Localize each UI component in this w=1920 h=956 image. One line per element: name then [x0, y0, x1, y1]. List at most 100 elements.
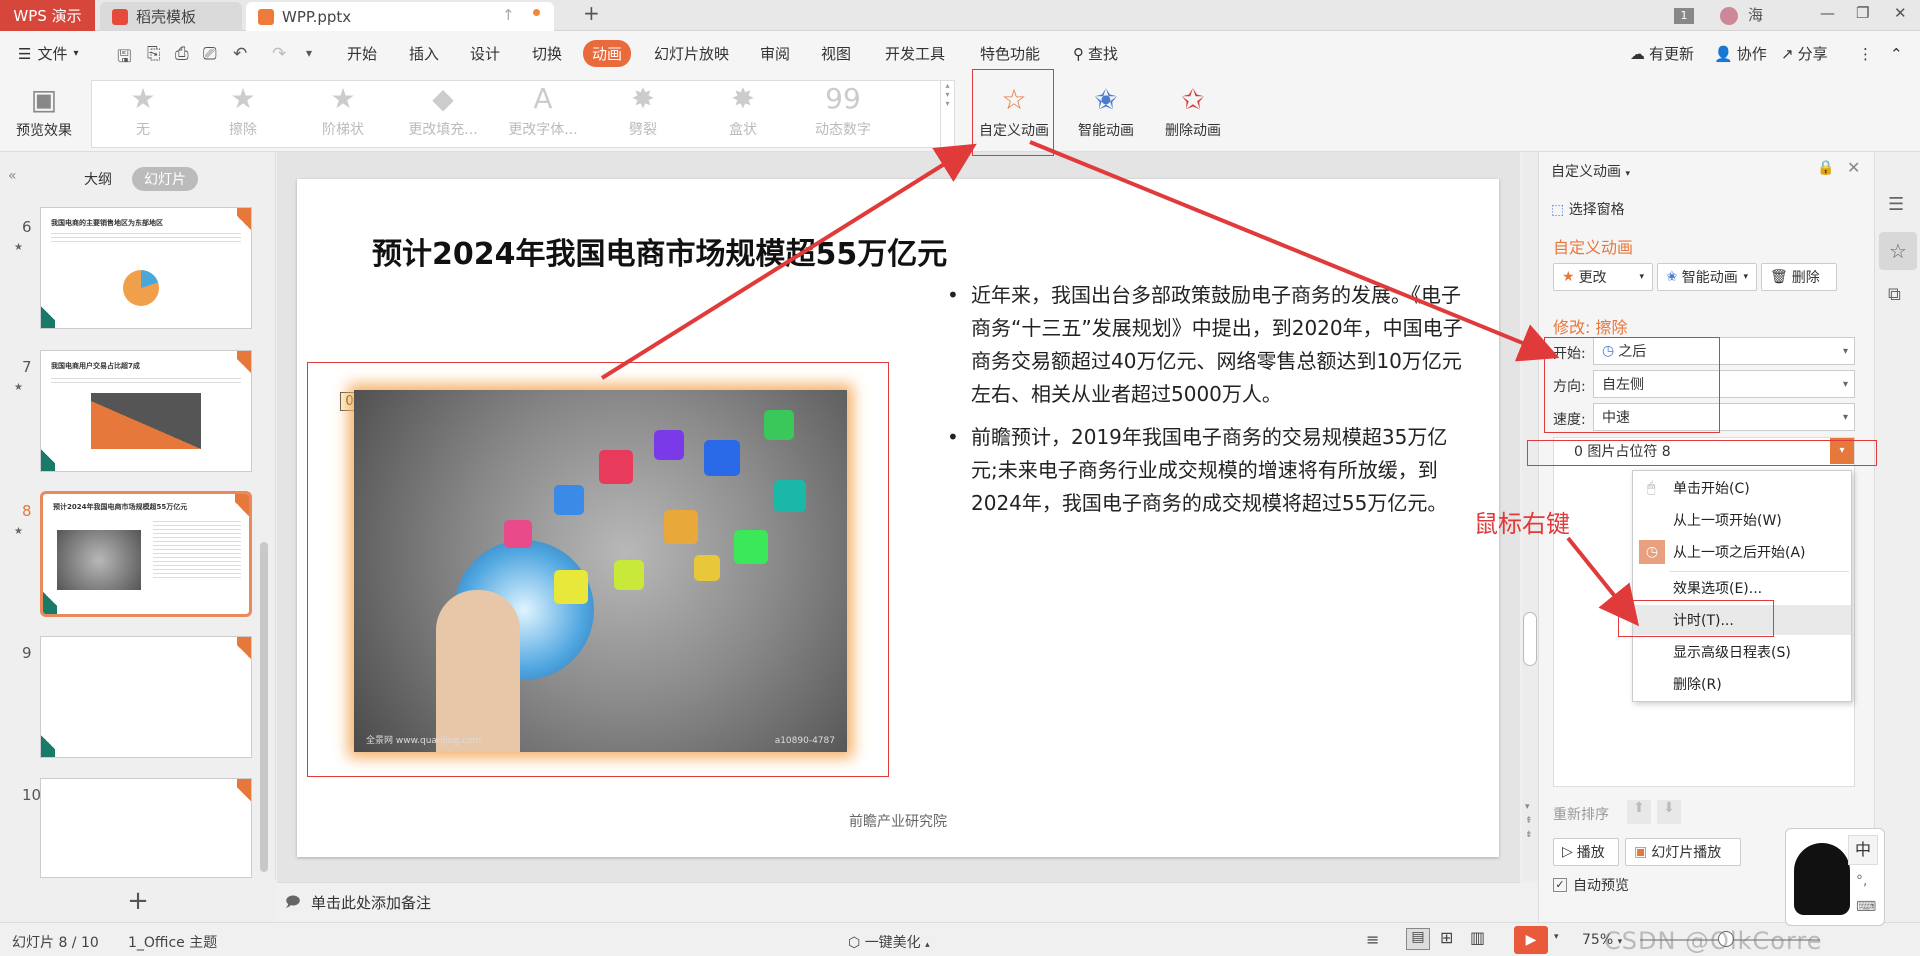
menu-developer[interactable]: 开发工具 [885, 31, 945, 76]
app-tab[interactable]: WPS 演示 [0, 0, 95, 31]
menu-start[interactable]: 开始 [347, 31, 377, 76]
new-tab-button[interactable]: + [583, 1, 600, 25]
slides-tab[interactable]: 幻灯片 [132, 167, 198, 191]
tab-docer[interactable]: 稻壳模板 [100, 2, 242, 31]
slide-sorter-icon[interactable]: ⊞ [1440, 928, 1453, 947]
thumb-text [153, 518, 241, 578]
close-icon[interactable]: ✕ [1894, 4, 1907, 22]
update-button[interactable]: ☁ 有更新 [1630, 31, 1694, 76]
notes-bar[interactable]: 🗩 单击此处添加备注 [277, 882, 1520, 920]
anim-wipe[interactable]: ★ 擦除 [193, 81, 293, 147]
transition-icon[interactable]: ⧉ [1888, 284, 1901, 305]
change-button[interactable]: ★ 更改 ▾ [1553, 263, 1653, 291]
animation-pane-icon[interactable]: ☆ [1879, 232, 1917, 270]
menu-insert[interactable]: 插入 [409, 31, 439, 76]
floating-ime-widget[interactable]: 中 °, ⌨ [1785, 828, 1885, 926]
slide-thumbnail-8[interactable]: 预计2024年我国电商市场规模超55万亿元 [40, 491, 252, 617]
normal-view-icon[interactable]: ▤ [1406, 928, 1430, 950]
panel-scrollbar[interactable] [260, 542, 268, 872]
gallery-scroll[interactable]: ▴ ▾ ▾ [940, 81, 954, 147]
delete-animation-button[interactable]: ✩ 删除动画 [1157, 80, 1229, 148]
slide-thumbnail-9[interactable] [40, 636, 252, 758]
notification-badge[interactable]: 1 [1674, 8, 1694, 24]
canvas-scrollbar-thumb[interactable] [1523, 612, 1537, 666]
minimize-icon[interactable]: — [1820, 4, 1835, 22]
slide-thumbnail-10[interactable] [40, 778, 252, 878]
anim-number[interactable]: 99 动态数字 [793, 81, 893, 147]
redo-icon[interactable]: ↷ [272, 44, 286, 64]
settings-sliders-icon[interactable]: ☰ [1888, 194, 1904, 215]
play-slideshow-icon[interactable]: ▶ [1514, 926, 1548, 954]
upload-icon[interactable]: ↑ [502, 6, 515, 24]
anim-label: 更改字体... [508, 122, 578, 138]
beautify-button[interactable]: ⬡ 一键美化 ▴ [848, 932, 930, 952]
smart-animation-button[interactable]: ✬ 智能动画 [1066, 80, 1146, 148]
menu-animation[interactable]: 动画 [583, 31, 632, 76]
menu-item-advanced-timeline[interactable]: 显示高级日程表(S) [1633, 637, 1851, 667]
menu-view[interactable]: 视图 [821, 31, 851, 76]
slide-title[interactable]: 预计2024年我国电商市场规模超55万亿元 [372, 229, 947, 273]
undo-icon[interactable]: ↶ [233, 44, 247, 64]
title-bar: WPS 演示 稻壳模板 WPP.pptx ↑ + 1 海 — ❐ ✕ [0, 0, 1920, 31]
bullet-text-box[interactable]: 近年来，我国出台多部政策鼓励电子商务的发展。《电子商务“十三五”发展规划》中提出… [947, 279, 1467, 530]
add-slide-button[interactable]: + [0, 880, 276, 922]
menu-item-on-click[interactable]: 🖱 单击开始(C) [1633, 473, 1851, 503]
format-painter-icon[interactable]: ⎘ [147, 44, 161, 64]
menu-item-delete[interactable]: 删除(R) [1633, 669, 1851, 699]
collapse-panel-icon[interactable]: « [8, 168, 17, 184]
ecommerce-image[interactable]: 全景网 www.quanjing.com a10890-4787 [354, 390, 847, 752]
menu-item-with-previous[interactable]: 从上一项开始(W) [1633, 505, 1851, 535]
close-icon[interactable]: ✕ [1847, 158, 1860, 177]
theme-name[interactable]: 1_Office 主题 [128, 932, 217, 952]
slide-thumbnail-7[interactable]: 我国电商用户交易占比超7成 [40, 350, 252, 472]
lock-icon[interactable]: 🔒 [1817, 160, 1834, 176]
restore-icon[interactable]: ❐ [1856, 4, 1869, 22]
anim-font[interactable]: A 更改字体... [493, 81, 593, 147]
file-menu[interactable]: ☰ 文件 ▾ [18, 31, 79, 76]
play-button[interactable]: ▷ 播放 [1553, 838, 1619, 866]
pane-title[interactable]: 自定义动画 ▾ [1551, 161, 1630, 181]
move-down-icon[interactable]: ⬇ [1657, 800, 1681, 824]
menu-review[interactable]: 审阅 [760, 31, 790, 76]
anim-stairs[interactable]: ★ 阶梯状 [293, 81, 393, 147]
ime-punct-icon[interactable]: °, [1856, 873, 1867, 889]
menu-item-effect-options[interactable]: 效果选项(E)... [1633, 573, 1851, 603]
anim-box[interactable]: ✸ 盒状 [693, 81, 793, 147]
print-preview-icon[interactable]: ⎚ [203, 44, 217, 64]
play-dropdown-icon[interactable]: ▾ [1554, 932, 1559, 942]
menu-slideshow[interactable]: 幻灯片放映 [654, 31, 729, 76]
avatar[interactable] [1720, 7, 1738, 25]
smart-animation-dropdown[interactable]: ✬ 智能动画 ▾ [1657, 263, 1757, 291]
autopreview-checkbox[interactable]: ✓ 自动预览 [1553, 875, 1629, 895]
more-icon[interactable]: ⋮ [1858, 31, 1873, 76]
menu-design[interactable]: 设计 [470, 31, 500, 76]
preview-button[interactable]: ▣ 预览效果 [12, 80, 76, 148]
ime-mode[interactable]: 中 [1848, 835, 1878, 865]
select-pane-link[interactable]: ⬚ 选择窗格 [1551, 199, 1625, 219]
slideshow-button[interactable]: ▣ 幻灯片播放 [1625, 838, 1741, 866]
print-icon[interactable]: ⎙ [175, 44, 189, 64]
anim-none[interactable]: ★ 无 [93, 81, 193, 147]
tab-document[interactable]: WPP.pptx ↑ [246, 2, 554, 31]
slide-canvas[interactable]: 预计2024年我国电商市场规模超55万亿元 近年来，我国出台多部政策鼓励电子商务… [297, 179, 1499, 857]
align-icon[interactable]: ≡ [1366, 930, 1379, 949]
save-icon[interactable]: 🖫 [117, 44, 131, 73]
move-up-icon[interactable]: ⬆ [1627, 800, 1651, 824]
anim-split[interactable]: ✸ 劈裂 [593, 81, 693, 147]
outline-tab[interactable]: 大纲 [72, 167, 124, 191]
page-nav-icons[interactable]: ▾ ⇞ ⇟ [1525, 800, 1533, 842]
ime-keyboard-icon[interactable]: ⌨ [1856, 899, 1876, 915]
reading-view-icon[interactable]: ▥ [1470, 928, 1485, 947]
menu-transition[interactable]: 切换 [532, 31, 562, 76]
anim-fill[interactable]: ◆ 更改填充... [393, 81, 493, 147]
user-name[interactable]: 海 [1748, 4, 1763, 25]
collapse-ribbon-icon[interactable]: ⌃ [1890, 31, 1903, 76]
search-button[interactable]: ⚲ 查找 [1073, 31, 1118, 76]
menu-item-after-previous[interactable]: ◷ 从上一项之后开始(A) [1633, 537, 1851, 567]
delete-button[interactable]: 🗑 删除 [1761, 263, 1837, 291]
collaborate-button[interactable]: 👤 协作 [1714, 31, 1767, 76]
slide-thumbnail-6[interactable]: 我国电商的主要销售地区为东部地区 [40, 207, 252, 329]
share-button[interactable]: ↗ 分享 [1781, 31, 1828, 76]
customize-icon[interactable]: ▾ [306, 46, 312, 60]
slide-footer[interactable]: 前瞻产业研究院 [297, 811, 1499, 831]
